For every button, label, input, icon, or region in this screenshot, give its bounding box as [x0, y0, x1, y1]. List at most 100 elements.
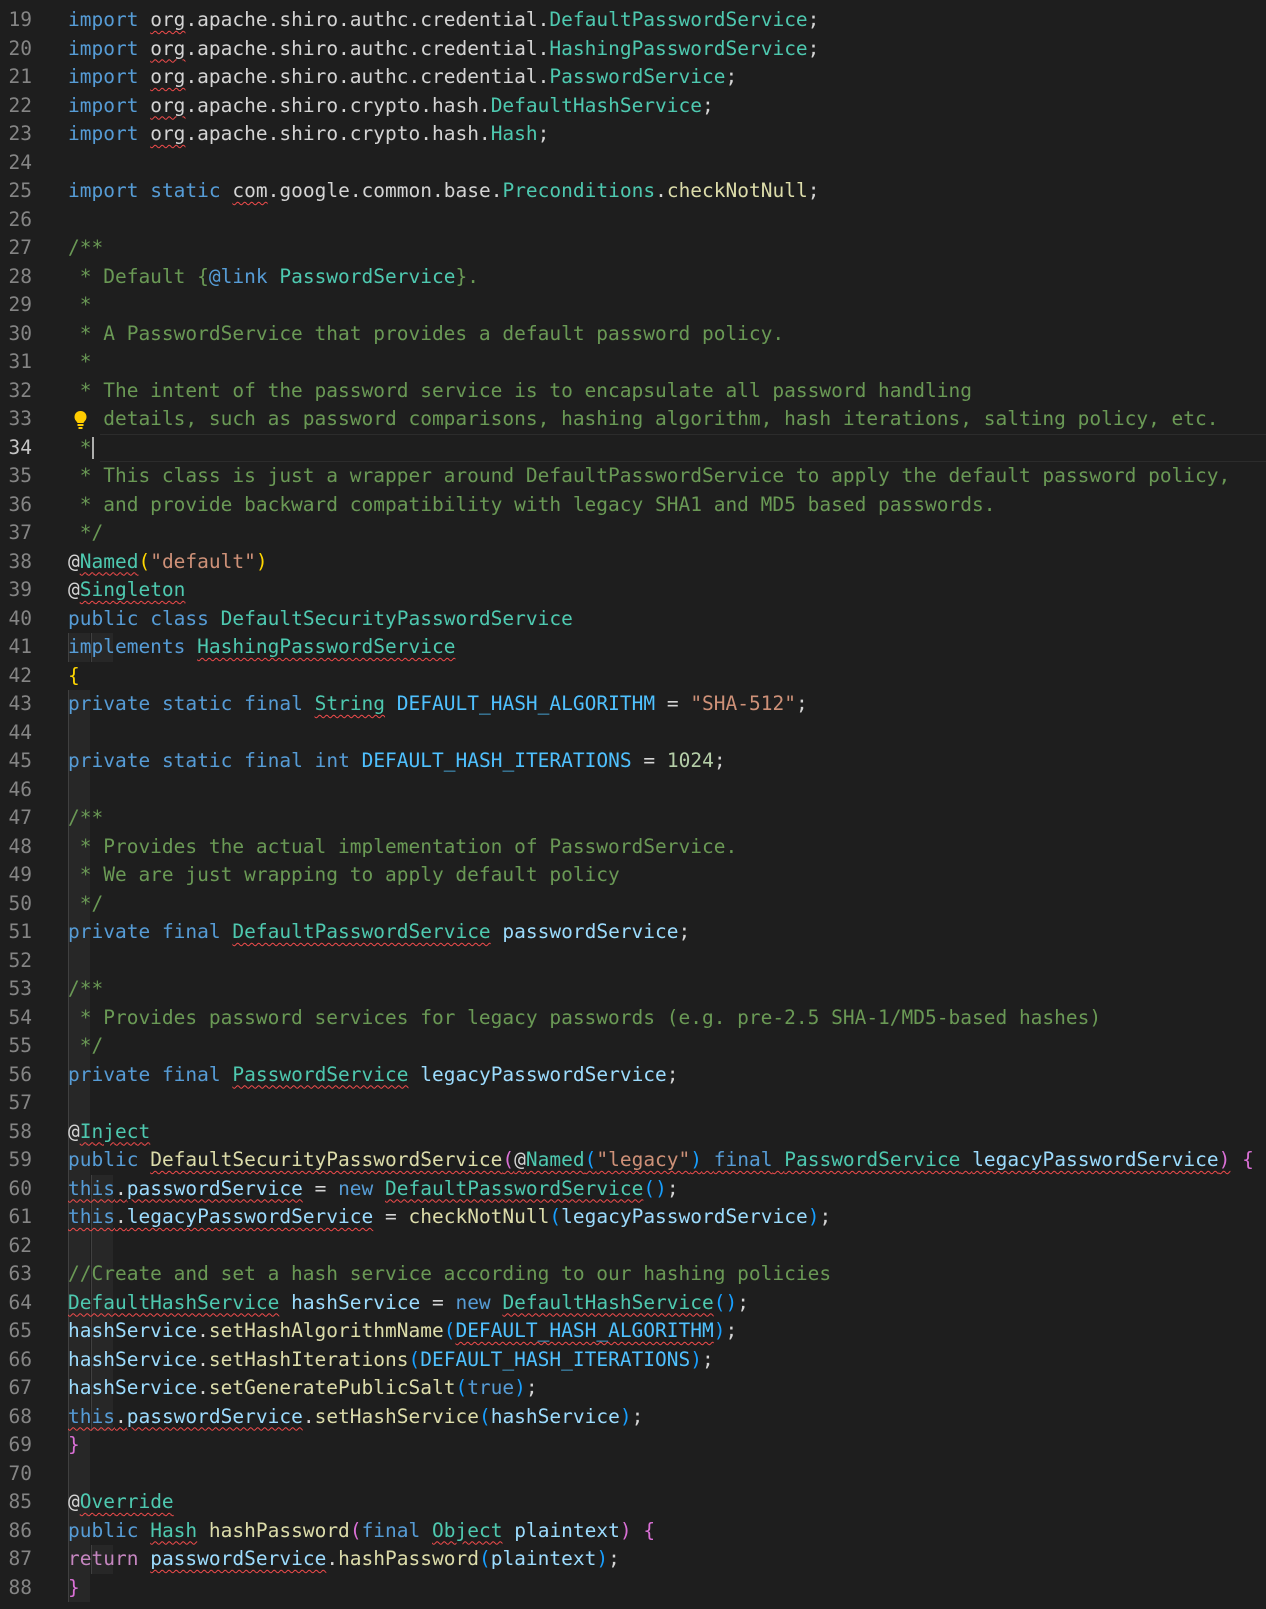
code-text[interactable]: DefaultHashService hashService = new Def… — [68, 1289, 749, 1318]
code-line[interactable]: 29 * — [0, 291, 1266, 320]
code-text[interactable]: * — [68, 291, 92, 320]
code-text[interactable]: @Named("default") — [68, 548, 268, 577]
code-text[interactable]: @Override — [68, 1488, 174, 1517]
code-text[interactable]: */ — [68, 519, 104, 548]
code-text[interactable]: public class DefaultSecurityPasswordServ… — [68, 605, 573, 634]
code-line[interactable]: 21 import org.apache.shiro.authc.credenti… — [0, 63, 1266, 92]
code-line[interactable]: 38 @Named("default") — [0, 548, 1266, 577]
code-line[interactable]: 68 this.passwordService.setHashService(ha… — [0, 1402, 1266, 1432]
code-text[interactable]: import org.apache.shiro.authc.credential… — [68, 6, 819, 35]
code-line[interactable]: 66 hashService.setHashIterations(DEFAULT_… — [0, 1345, 1266, 1375]
code-text[interactable]: import org.apache.shiro.authc.credential… — [68, 63, 737, 92]
code-line[interactable]: 41 implements HashingPasswordService — [0, 633, 1266, 662]
code-text[interactable]: /** — [68, 234, 103, 263]
code-text[interactable]: import static com.google.common.base.Pre… — [68, 177, 819, 206]
code-line[interactable]: 43 private static final String DEFAULT_HA… — [0, 690, 1266, 719]
code-line[interactable]: 31 * — [0, 348, 1266, 377]
code-line[interactable]: 27 /** — [0, 234, 1266, 263]
code-line[interactable]: 64 DefaultHashService hashService = new D… — [0, 1288, 1266, 1318]
code-text[interactable]: this.legacyPasswordService = checkNotNul… — [68, 1203, 831, 1232]
code-text[interactable]: /** — [68, 975, 103, 1004]
code-editor[interactable]: 19 import org.apache.shiro.authc.credenti… — [0, 6, 1266, 1602]
code-text[interactable]: return passwordService.hashPassword(plai… — [68, 1545, 620, 1574]
code-text[interactable]: hashService.setHashIterations(DEFAULT_HA… — [68, 1346, 714, 1375]
code-line[interactable]: 65 hashService.setHashAlgorithmName(DEFAU… — [0, 1317, 1266, 1346]
code-line[interactable]: 23 import org.apache.shiro.crypto.hash.Ha… — [0, 120, 1266, 149]
code-line[interactable]: 56 private final PasswordService legacyPa… — [0, 1060, 1266, 1090]
code-text[interactable]: private static final String DEFAULT_HASH… — [68, 690, 808, 719]
code-text[interactable]: * This class is just a wrapper around De… — [68, 462, 1231, 491]
code-text[interactable]: } — [68, 1574, 80, 1603]
code-line[interactable]: 26 — [0, 206, 1266, 235]
code-line[interactable]: 34 * — [0, 433, 1266, 463]
code-line[interactable]: 44 — [0, 718, 1266, 747]
code-text[interactable]: @Inject — [68, 1118, 150, 1147]
code-line[interactable]: 48 * Provides the actual implementation … — [0, 832, 1266, 862]
code-line[interactable]: 46 — [0, 775, 1266, 804]
code-text[interactable]: * Provides the actual implementation of … — [68, 833, 737, 862]
code-line[interactable]: 58 @Inject — [0, 1117, 1266, 1147]
code-line[interactable]: 32 * The intent of the password service … — [0, 377, 1266, 406]
code-text[interactable]: @Singleton — [68, 576, 185, 605]
code-text[interactable]: * — [68, 434, 95, 463]
code-line[interactable]: 70 — [0, 1459, 1266, 1488]
code-text[interactable]: import org.apache.shiro.crypto.hash.Hash… — [68, 120, 549, 149]
code-text[interactable]: details, such as password comparisons, h… — [68, 405, 1218, 434]
code-line[interactable]: 28 * Default {@link PasswordService}. — [0, 263, 1266, 292]
code-text[interactable]: hashService.setHashAlgorithmName(DEFAULT… — [68, 1317, 737, 1346]
code-line[interactable]: 42 { — [0, 662, 1266, 691]
code-line[interactable]: 59 public DefaultSecurityPasswordService(… — [0, 1146, 1266, 1175]
code-line[interactable]: 24 — [0, 149, 1266, 178]
code-text[interactable]: implements HashingPasswordService — [68, 633, 455, 662]
code-line[interactable]: 62 — [0, 1231, 1266, 1260]
code-line[interactable]: 30 * A PasswordService that provides a d… — [0, 320, 1266, 349]
code-line[interactable]: 57 — [0, 1089, 1266, 1118]
code-line[interactable]: 69} — [0, 1431, 1266, 1460]
code-line[interactable]: 36 * and provide backward compatibility … — [0, 491, 1266, 520]
code-line[interactable]: 37 */ — [0, 519, 1266, 548]
code-text[interactable]: * Default {@link PasswordService}. — [68, 263, 479, 292]
code-text[interactable]: import org.apache.shiro.authc.credential… — [68, 35, 819, 64]
code-text[interactable]: public Hash hashPassword(final Object pl… — [68, 1517, 655, 1546]
code-text[interactable]: public DefaultSecurityPasswordService(@N… — [68, 1146, 1254, 1175]
code-line[interactable]: 51 private final DefaultPasswordService p… — [0, 918, 1266, 947]
code-text[interactable]: * The intent of the password service is … — [68, 377, 972, 406]
code-line[interactable]: 49 * We are just wrapping to apply defau… — [0, 861, 1266, 890]
code-text[interactable]: this.passwordService = new DefaultPasswo… — [68, 1175, 679, 1204]
code-line[interactable]: 61 this.legacyPasswordService = checkNotN… — [0, 1203, 1266, 1232]
code-line[interactable]: 60 this.passwordService = new DefaultPass… — [0, 1174, 1266, 1204]
code-text[interactable]: //Create and set a hash service accordin… — [68, 1260, 831, 1289]
code-line[interactable]: 53 /** — [0, 975, 1266, 1004]
code-text[interactable]: * — [68, 348, 92, 377]
code-text[interactable]: this.passwordService.setHashService(hash… — [68, 1403, 643, 1432]
lightbulb-icon[interactable] — [72, 410, 89, 430]
code-text[interactable]: */ — [68, 890, 104, 919]
code-line[interactable]: 39 @Singleton — [0, 576, 1266, 605]
code-line[interactable]: 54 * Provides password services for lega… — [0, 1003, 1266, 1033]
code-line[interactable]: 47 /** — [0, 804, 1266, 833]
code-line[interactable]: 40 public class DefaultSecurityPasswordSe… — [0, 605, 1266, 634]
code-line[interactable]: 86 public Hash hashPassword(final Object … — [0, 1516, 1266, 1546]
code-line[interactable]: 67 hashService.setGeneratePublicSalt(true… — [0, 1374, 1266, 1403]
code-line[interactable]: 87 return passwordService.hashPassword(pl… — [0, 1545, 1266, 1574]
code-line[interactable]: 55 */ — [0, 1032, 1266, 1061]
code-line[interactable]: 88} — [0, 1573, 1266, 1603]
code-line[interactable]: 22 import org.apache.shiro.crypto.hash.De… — [0, 92, 1266, 121]
code-text[interactable]: { — [68, 662, 80, 691]
code-line[interactable]: 85 @Override — [0, 1488, 1266, 1517]
code-text[interactable]: hashService.setGeneratePublicSalt(true); — [68, 1374, 538, 1403]
code-text[interactable]: * Provides password services for legacy … — [68, 1004, 1101, 1033]
code-line[interactable]: 45 private static final int DEFAULT_HASH_… — [0, 747, 1266, 776]
code-text[interactable]: private final PasswordService legacyPass… — [68, 1061, 679, 1090]
code-line[interactable]: 50 */ — [0, 889, 1266, 919]
code-line[interactable]: 35 * This class is just a wrapper around… — [0, 462, 1266, 491]
code-text[interactable]: * We are just wrapping to apply default … — [68, 861, 620, 890]
code-text[interactable]: private final DefaultPasswordService pas… — [68, 918, 690, 947]
code-text[interactable]: * A PasswordService that provides a defa… — [68, 320, 784, 349]
code-text[interactable]: /** — [68, 804, 103, 833]
code-text[interactable]: private static final int DEFAULT_HASH_IT… — [68, 747, 726, 776]
code-line[interactable]: 20 import org.apache.shiro.authc.credenti… — [0, 35, 1266, 64]
code-line[interactable]: 63 //Create and set a hash service accord… — [0, 1260, 1266, 1289]
code-line[interactable]: 33 details, such as password comparisons… — [0, 405, 1266, 434]
code-text[interactable]: */ — [68, 1032, 104, 1061]
